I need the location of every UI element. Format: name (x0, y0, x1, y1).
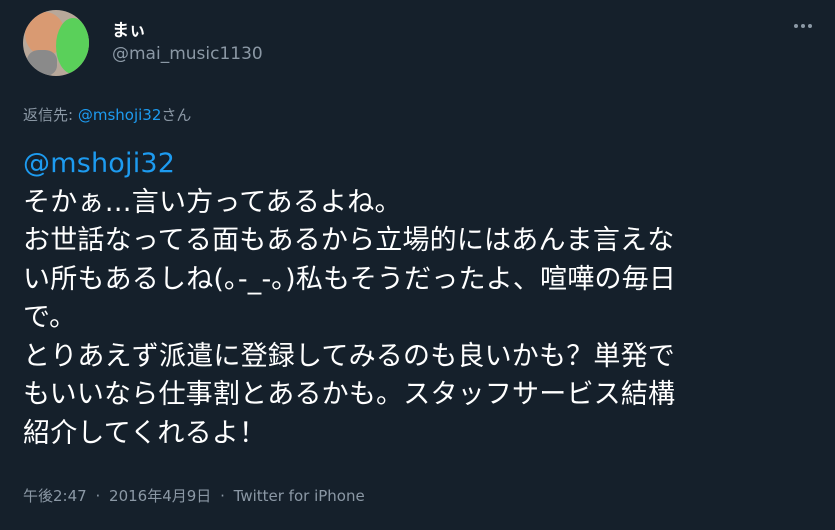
tweet-card: まぃ @mai_music1130 返信先: @mshoji32さん @msho… (0, 0, 835, 530)
tweet-timestamp-time[interactable]: 午後2:47 (23, 487, 87, 505)
tweet-text-line: もいいなら仕事割とあるかも。スタッフサービス結構 (23, 379, 676, 410)
avatar-shape (27, 50, 57, 76)
author-display-name[interactable]: まぃ (112, 16, 146, 41)
reply-prefix: 返信先: (23, 106, 78, 124)
reply-suffix: さん (161, 106, 192, 124)
tweet-metadata: 午後2:47 · 2016年4月9日 · Twitter for iPhone (23, 485, 365, 506)
tweet-text: @mshoji32 そかぁ…言い方ってあるよね。 お世話なってる面もあるから立場… (23, 145, 823, 453)
metadata-separator: · (95, 487, 101, 505)
tweet-timestamp-date[interactable]: 2016年4月9日 (109, 487, 211, 505)
profile-avatar[interactable] (23, 10, 89, 76)
tweet-text-line: で。 (23, 302, 77, 333)
tweet-text-line: い所もあるしね(｡-_-｡)私もそうだったよ、喧嘩の毎日 (23, 263, 677, 295)
metadata-separator: · (220, 487, 225, 505)
tweet-text-line: そかぁ…言い方ってあるよね。 (23, 186, 402, 218)
tweet-text-line: 紹介してくれるよ！ (23, 417, 267, 449)
reply-context: 返信先: @mshoji32さん (23, 104, 191, 125)
more-options-icon[interactable] (788, 14, 818, 38)
tweet-text-line: お世話なってる面もあるから立場的にはあんま言えな (23, 225, 675, 256)
author-handle[interactable]: @mai_music1130 (112, 44, 263, 64)
avatar-shape (56, 18, 89, 74)
tweet-mention-link[interactable]: @mshoji32 (23, 145, 823, 184)
tweet-source-link[interactable]: Twitter for iPhone (234, 487, 365, 505)
reply-mention-link[interactable]: @mshoji32 (78, 106, 162, 124)
tweet-text-line: とりあえず派遣に登録してみるのも良いかも？単発で (23, 340, 675, 372)
